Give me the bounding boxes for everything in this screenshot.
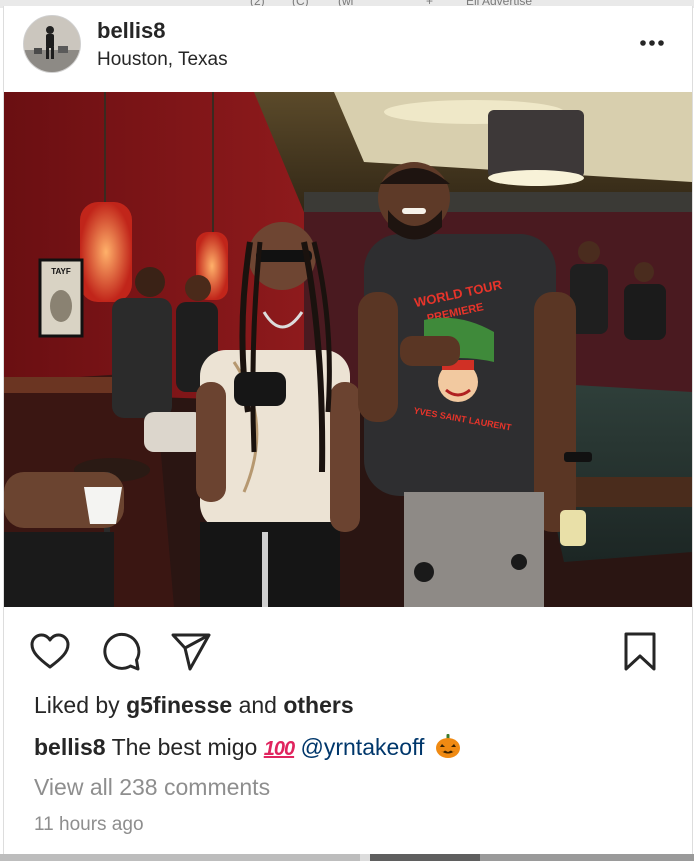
likes-prefix: Liked by <box>34 692 120 718</box>
share-icon[interactable] <box>169 630 213 674</box>
post-timestamp[interactable]: 11 hours ago <box>34 814 144 836</box>
scrollbar-track[interactable] <box>480 854 694 861</box>
caption-mention[interactable]: @yrntakeoff <box>301 734 425 760</box>
more-horizontal-icon[interactable] <box>634 32 670 54</box>
likes-others-link[interactable]: others <box>283 692 353 718</box>
scrollbar-thumb[interactable] <box>370 854 480 861</box>
jack-o-lantern-icon <box>435 733 461 759</box>
post-header: bellis8 Houston, Texas <box>4 6 692 92</box>
post-photo[interactable]: TAYF WORLD TOUR PREMIERE YVES SAINT LAUR… <box>4 92 692 607</box>
scrollbar-track[interactable] <box>0 854 360 861</box>
comment-icon[interactable] <box>99 630 143 674</box>
post-location[interactable]: Houston, Texas <box>97 49 228 71</box>
post-actions-bar <box>4 624 692 674</box>
browser-bottom-bar <box>0 854 694 861</box>
bookmark-icon[interactable] <box>618 630 662 674</box>
likes-connector: and <box>238 692 277 718</box>
instagram-post-card: bellis8 Houston, Texas TAYF WORLD TOUR P… <box>3 6 693 854</box>
profile-avatar[interactable] <box>23 15 81 73</box>
liker-username[interactable]: g5finesse <box>126 692 232 718</box>
caption-username[interactable]: bellis8 <box>34 734 106 760</box>
likes-summary: Liked by g5finesse and others <box>34 692 354 719</box>
post-author-username[interactable]: bellis8 <box>97 18 165 44</box>
caption-text: The best migo <box>111 734 258 760</box>
post-caption: bellis8 The best migo 100 @yrntakeoff <box>34 733 461 761</box>
view-all-comments-link[interactable]: View all 238 comments <box>34 774 270 801</box>
wall-poster-text: TAYF <box>51 267 71 276</box>
hundred-points-icon: 100 <box>263 738 295 760</box>
heart-icon[interactable] <box>28 630 72 674</box>
